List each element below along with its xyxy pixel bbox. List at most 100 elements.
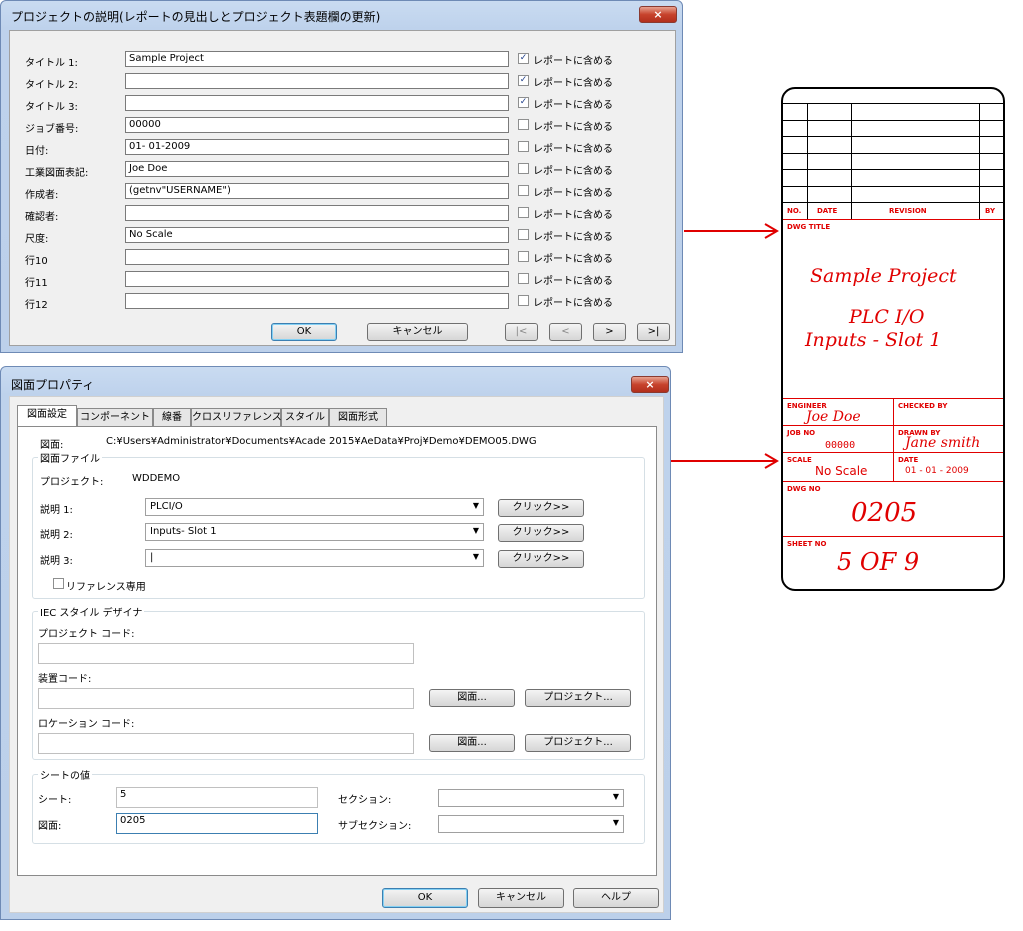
scale-label: SCALE [787, 456, 812, 464]
row-input[interactable]: (getnv"USERNAME") [125, 183, 509, 199]
engineer-value: Joe Doe [806, 409, 861, 425]
installation-code-label: 装置コード: [38, 674, 92, 685]
tab-components[interactable]: コンポーネント [77, 408, 153, 426]
click-button-2[interactable]: クリック>> [498, 524, 584, 542]
tab-style[interactable]: スタイル [281, 408, 329, 426]
arrow-to-fields-icon [671, 453, 779, 469]
installation-code-input[interactable] [38, 688, 414, 709]
location-code-input[interactable] [38, 733, 414, 754]
click-button-1[interactable]: クリック>> [498, 499, 584, 517]
row-input[interactable]: Joe Doe [125, 161, 509, 177]
reference-only-checkbox[interactable] [53, 578, 64, 589]
tb-divider [783, 481, 1003, 482]
nav-prev-button[interactable]: < [549, 323, 582, 341]
row-input[interactable]: 01- 01-2009 [125, 139, 509, 155]
nav-first-button[interactable]: |< [505, 323, 538, 341]
sheet-input[interactable]: 5 [116, 787, 318, 808]
description-1-combo[interactable]: PLCI/O ▼ [145, 498, 484, 516]
row-input[interactable]: No Scale [125, 227, 509, 243]
rev-no-header: NO. [787, 207, 802, 215]
row-label: 作成者: [25, 190, 59, 201]
row-input[interactable] [125, 73, 509, 89]
installation-project-button[interactable]: プロジェクト... [525, 689, 631, 707]
row-label: 工業図面表記: [25, 168, 89, 179]
row-label: タイトル 2: [25, 80, 78, 91]
include-in-report-checkbox[interactable]: ✓ [518, 97, 529, 108]
rev-grid-line [783, 120, 1003, 121]
dialog-title: 図面プロパティ [11, 378, 95, 392]
project-code-input[interactable] [38, 643, 414, 664]
include-in-report-checkbox[interactable] [518, 207, 529, 218]
include-in-report-checkbox[interactable] [518, 119, 529, 130]
location-project-button[interactable]: プロジェクト... [525, 734, 631, 752]
rev-date-header: DATE [817, 207, 838, 215]
include-in-report-label: レポートに含める [533, 166, 613, 177]
description-2-value: Inputs- Slot 1 [150, 526, 217, 537]
location-drawing-button[interactable]: 図面... [429, 734, 515, 752]
description-3-combo[interactable]: | ▼ [145, 549, 484, 567]
include-in-report-label: レポートに含める [533, 232, 613, 243]
chevron-down-icon: ▼ [612, 818, 619, 827]
tb-divider [783, 536, 1003, 537]
section-combo[interactable]: ▼ [438, 789, 624, 807]
include-in-report-checkbox[interactable] [518, 251, 529, 262]
installation-drawing-button[interactable]: 図面... [429, 689, 515, 707]
close-button[interactable]: × [639, 6, 677, 23]
description-2-combo[interactable]: Inputs- Slot 1 ▼ [145, 523, 484, 541]
tab-drawing-settings[interactable]: 図面設定 [17, 405, 77, 426]
nav-last-button[interactable]: >| [637, 323, 670, 341]
include-in-report-checkbox[interactable] [518, 163, 529, 174]
date-value: 01 - 01 - 2009 [905, 466, 969, 476]
tab-page: 図面: C:¥Users¥Administrator¥Documents¥Aca… [17, 426, 657, 876]
sheet-no-label: SHEET NO [787, 540, 827, 548]
drawing-properties-dialog: 図面プロパティ × 図面設定 コンポーネント 線番 クロスリファレンス スタイル… [0, 366, 671, 920]
row-input[interactable] [125, 293, 509, 309]
include-in-report-checkbox[interactable] [518, 141, 529, 152]
include-in-report-checkbox[interactable] [518, 295, 529, 306]
include-in-report-checkbox[interactable] [518, 185, 529, 196]
iec-style-group-label: IEC スタイル デザイナ [38, 604, 145, 619]
drawing-label: 図面: [40, 440, 64, 451]
tb-divider [783, 452, 1003, 453]
description-1-label: 説明 1: [40, 505, 73, 516]
nav-next-button[interactable]: > [593, 323, 626, 341]
click-button-3[interactable]: クリック>> [498, 550, 584, 568]
include-in-report-label: レポートに含める [533, 254, 613, 265]
help-button[interactable]: ヘルプ [573, 888, 659, 908]
ok-button[interactable]: OK [382, 888, 468, 908]
dialog-titlebar: 図面プロパティ × [1, 367, 670, 395]
include-in-report-checkbox[interactable]: ✓ [518, 75, 529, 86]
include-in-report-checkbox[interactable] [518, 229, 529, 240]
row-label: 尺度: [25, 234, 49, 245]
row-label: タイトル 3: [25, 102, 78, 113]
row-input[interactable]: Sample Project [125, 51, 509, 67]
rev-grid-line [851, 103, 852, 219]
tb-divider [893, 398, 894, 481]
dialog-client-area: 図面設定 コンポーネント 線番 クロスリファレンス スタイル 図面形式 図面: … [9, 396, 664, 913]
row-input[interactable] [125, 271, 509, 287]
tab-wire-numbers[interactable]: 線番 [153, 408, 191, 426]
dwg-title-label: DWG TITLE [787, 223, 831, 231]
drawn-by-value: Jane smith [905, 435, 981, 451]
row-input[interactable]: 00000 [125, 117, 509, 133]
arrow-to-title-icon [684, 223, 779, 239]
tb-divider [783, 219, 1003, 220]
include-in-report-label: レポートに含める [533, 210, 613, 221]
project-label: プロジェクト: [40, 477, 104, 488]
row-input[interactable] [125, 95, 509, 111]
subsection-combo[interactable]: ▼ [438, 815, 624, 833]
tab-drawing-format[interactable]: 図面形式 [329, 408, 387, 426]
row-input[interactable] [125, 205, 509, 221]
drawing-no-input[interactable]: 0205 [116, 813, 318, 834]
tab-cross-reference[interactable]: クロスリファレンス [191, 408, 282, 426]
close-button[interactable]: × [631, 376, 669, 393]
cancel-button[interactable]: キャンセル [367, 323, 468, 341]
ok-button[interactable]: OK [271, 323, 337, 341]
cancel-button[interactable]: キャンセル [478, 888, 564, 908]
tb-divider [783, 425, 1003, 426]
include-in-report-checkbox[interactable]: ✓ [518, 53, 529, 64]
description-1-value: PLCI/O [150, 501, 183, 512]
description-2-label: 説明 2: [40, 530, 73, 541]
include-in-report-checkbox[interactable] [518, 273, 529, 284]
row-input[interactable] [125, 249, 509, 265]
